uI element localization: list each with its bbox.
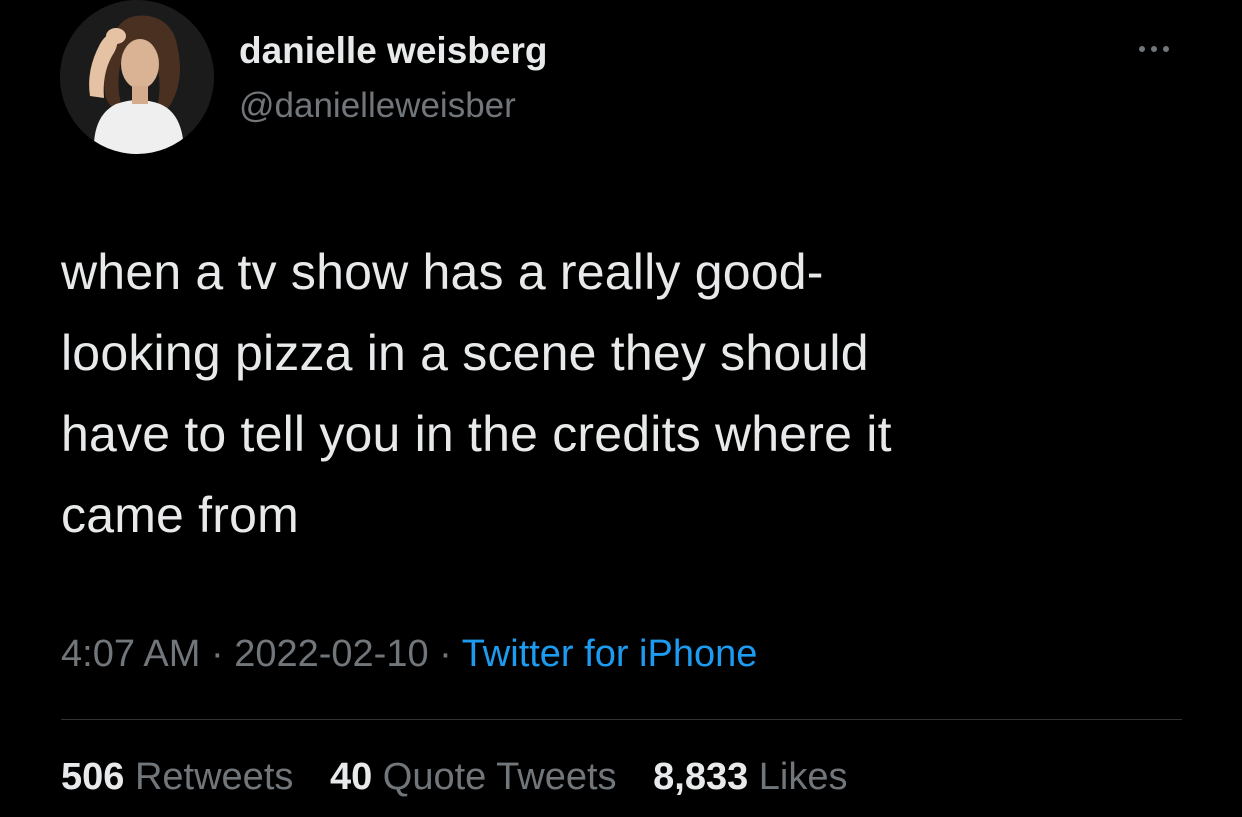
more-horizontal-icon xyxy=(1139,46,1145,52)
author-handle[interactable]: @danielleweisber xyxy=(239,86,516,126)
quote-tweets-label: Quote Tweets xyxy=(382,756,617,798)
more-options-button[interactable] xyxy=(1126,36,1182,62)
more-horizontal-icon-dot xyxy=(1151,46,1157,52)
tweet-meta: 4:07 AM · 2022-02-10 · Twitter for iPhon… xyxy=(61,633,757,676)
meta-separator: · xyxy=(210,633,224,675)
likes-stat[interactable]: 8,833 Likes xyxy=(653,756,847,798)
more-horizontal-icon-dot xyxy=(1163,46,1169,52)
likes-count: 8,833 xyxy=(653,756,749,798)
tweet-text-line: came from xyxy=(61,487,299,543)
retweets-count: 506 xyxy=(61,756,125,798)
tweet-date[interactable]: 2022-02-10 xyxy=(234,633,428,675)
tweet-container: danielle weisberg @danielleweisber when … xyxy=(0,0,1242,817)
tweet-stats: 506 Retweets 40 Quote Tweets 8,833 Likes xyxy=(61,756,874,799)
quote-tweets-stat[interactable]: 40 Quote Tweets xyxy=(330,756,617,798)
tweet-text-line: looking pizza in a scene they should xyxy=(61,325,869,381)
retweets-label: Retweets xyxy=(134,756,294,798)
quote-tweets-count: 40 xyxy=(329,756,373,798)
avatar[interactable] xyxy=(60,0,214,154)
tweet-text-line: when a tv show has a really good- xyxy=(61,244,824,300)
tweet-time[interactable]: 4:07 AM xyxy=(61,633,200,675)
meta-separator: · xyxy=(439,633,452,675)
retweets-stat[interactable]: 506 Retweets xyxy=(61,756,293,798)
tweet-text: when a tv show has a really good- lookin… xyxy=(61,232,1171,556)
avatar-image xyxy=(60,0,214,154)
tweet-text-line: have to tell you in the credits where it xyxy=(61,406,892,462)
author-display-name[interactable]: danielle weisberg xyxy=(239,30,547,72)
tweet-source-link[interactable]: Twitter for iPhone xyxy=(462,633,758,675)
likes-label: Likes xyxy=(758,756,848,798)
divider xyxy=(61,719,1182,720)
